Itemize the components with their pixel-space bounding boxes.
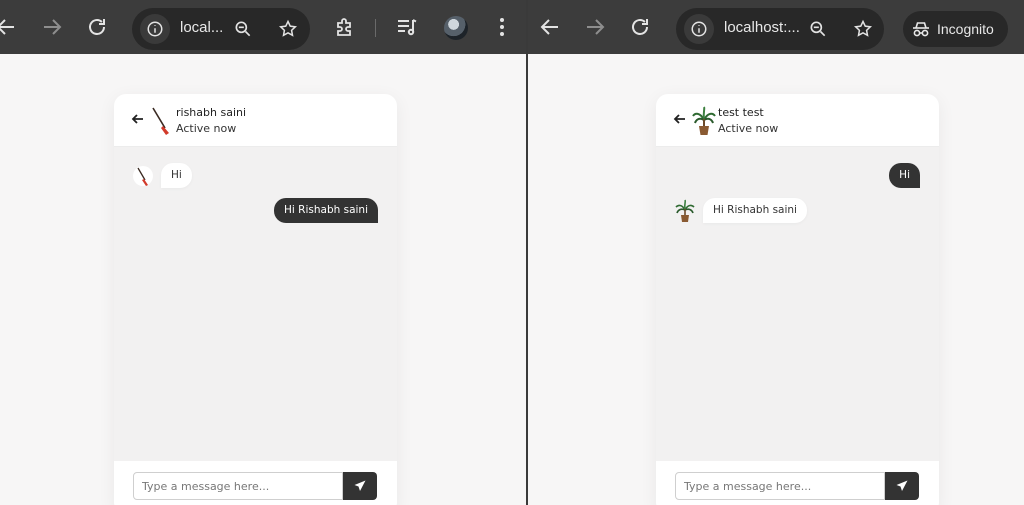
send-button[interactable]: [343, 472, 377, 500]
message-bubble-outgoing: Hi Rishabh saini: [274, 198, 378, 223]
chat-input-area: [656, 461, 939, 505]
reload-icon[interactable]: [85, 15, 109, 39]
message-bubble-outgoing: Hi: [889, 163, 920, 188]
zoom-out-icon[interactable]: [233, 19, 253, 39]
message-avatar-red-brush: [133, 166, 153, 186]
extensions-puzzle-icon[interactable]: [333, 15, 357, 39]
site-info-icon[interactable]: [684, 14, 714, 44]
contact-avatar-red-brush: [152, 107, 169, 135]
chat-back-arrow-icon[interactable]: [131, 112, 145, 126]
omnibox[interactable]: localhost:...: [676, 8, 884, 50]
profile-avatar[interactable]: [444, 16, 468, 40]
left-browser-window: local... rishabh saini Active now Hi Hi …: [0, 0, 526, 505]
send-button[interactable]: [885, 472, 919, 500]
back-arrow-icon[interactable]: [0, 15, 18, 39]
contact-status: Active now: [176, 122, 237, 135]
browser-toolbar: localhost:... Incognito: [528, 0, 1024, 54]
contact-name: test test: [718, 106, 764, 119]
message-bubble-incoming: Hi: [161, 163, 192, 188]
media-playlist-icon[interactable]: [395, 15, 419, 39]
zoom-out-icon[interactable]: [808, 19, 828, 39]
chat-header: test test Active now: [656, 94, 939, 147]
message-input[interactable]: [675, 472, 885, 500]
incognito-indicator[interactable]: Incognito: [903, 11, 1008, 47]
forward-arrow-icon[interactable]: [40, 15, 64, 39]
paper-plane-icon: [896, 480, 908, 491]
browser-toolbar: local...: [0, 0, 526, 54]
chat-card: test test Active now Hi Hi Rishabh saini: [656, 94, 939, 505]
bookmark-star-icon[interactable]: [853, 19, 873, 39]
incognito-icon: [913, 22, 929, 37]
chat-back-arrow-icon[interactable]: [673, 112, 687, 126]
contact-status: Active now: [718, 122, 779, 135]
omnibox-url[interactable]: localhost:...: [724, 19, 800, 36]
toolbar-separator: [375, 19, 376, 37]
omnibox[interactable]: local...: [132, 8, 310, 50]
paper-plane-icon: [354, 480, 366, 491]
bookmark-star-icon[interactable]: [278, 19, 298, 39]
incognito-label: Incognito: [937, 21, 994, 37]
message-bubble-incoming: Hi Rishabh saini: [703, 198, 807, 223]
site-info-icon[interactable]: [140, 14, 170, 44]
reload-icon[interactable]: [628, 15, 652, 39]
back-arrow-icon[interactable]: [538, 15, 562, 39]
contact-avatar-palm-plant: [692, 106, 716, 135]
message-input[interactable]: [133, 472, 343, 500]
chat-card: rishabh saini Active now Hi Hi Rishabh s…: [114, 94, 397, 505]
message-avatar-palm-plant: [675, 199, 695, 222]
kebab-menu-icon[interactable]: [490, 15, 514, 39]
forward-arrow-icon[interactable]: [583, 15, 607, 39]
omnibox-url[interactable]: local...: [180, 19, 223, 36]
contact-name: rishabh saini: [176, 106, 247, 119]
right-browser-window: localhost:... Incognito test test Active…: [528, 0, 1024, 505]
chat-header: rishabh saini Active now: [114, 94, 397, 147]
chat-input-area: [114, 461, 397, 505]
